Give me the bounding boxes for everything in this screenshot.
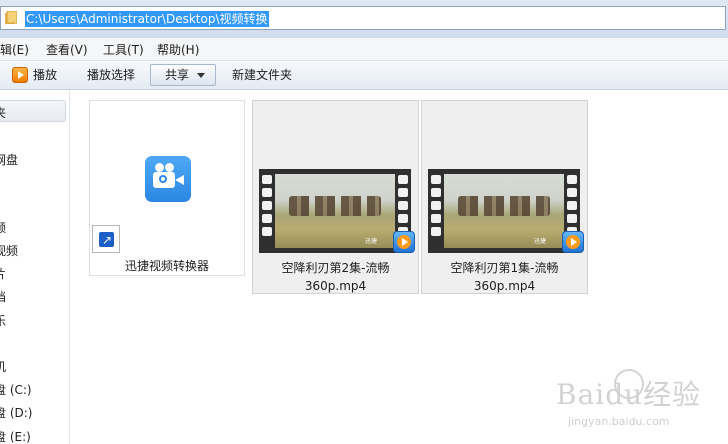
menu-bar: 编辑(E) 查看(V) 工具(T) 帮助(H): [0, 38, 728, 61]
film-strip-icon: [429, 175, 443, 247]
menu-help[interactable]: 帮助(H): [157, 41, 199, 58]
file-item-episode-1[interactable]: 迅捷 空降利刃第1集-流畅 360p.mp4: [421, 100, 588, 294]
nav-item-drive-c[interactable]: 盘 (C:): [0, 381, 32, 398]
file-name: 迅捷视频转换器: [124, 259, 209, 273]
play-selection-button[interactable]: 播放选择: [87, 61, 135, 89]
nav-item-youku-videos[interactable]: 视频: [0, 242, 18, 259]
watermark-site: jingyan.baidu.com: [568, 415, 670, 428]
video-thumbnail: 迅捷: [428, 169, 584, 253]
film-strip-icon: [260, 175, 274, 247]
chevron-down-icon: [197, 73, 205, 78]
file-name: 空降利刃第2集-流畅 360p.mp4: [281, 261, 390, 293]
media-player-icon: [393, 231, 415, 253]
nav-item-documents[interactable]: 档: [0, 288, 6, 305]
navigation-pane[interactable]: 夹 网盘 频 视频 片 档 乐 机 盘 (C:) 盘 (D:) 盘 (E:): [0, 90, 70, 444]
nav-selected-item[interactable]: [0, 100, 66, 122]
menu-tools[interactable]: 工具(T): [103, 41, 144, 58]
play-button[interactable]: 播放: [33, 61, 57, 89]
address-bar: C:\Users\Administrator\Desktop\视频转换: [0, 0, 728, 38]
address-input[interactable]: C:\Users\Administrator\Desktop\视频转换: [0, 6, 726, 30]
play-icon[interactable]: [12, 67, 28, 83]
nav-item-computer[interactable]: 机: [0, 358, 6, 375]
nav-item-videos[interactable]: 频: [0, 219, 6, 236]
folder-icon: [5, 11, 17, 24]
share-label: 共享: [165, 68, 190, 82]
file-item-episode-2[interactable]: 迅捷 空降利刃第2集-流畅 360p.mp4: [252, 100, 419, 294]
shortcut-arrow-icon: ↗: [92, 225, 120, 253]
menu-view[interactable]: 查看(V): [46, 41, 88, 58]
nav-item-favorites[interactable]: 夹: [0, 104, 6, 121]
video-thumbnail: 迅捷: [259, 169, 415, 253]
menu-edit[interactable]: 编辑(E): [0, 41, 29, 58]
command-bar: 播放 播放选择 共享 新建文件夹: [0, 61, 728, 90]
thumbnail-watermark: 迅捷: [533, 238, 546, 245]
video-converter-app-icon: [145, 156, 191, 202]
file-item-video-converter[interactable]: ↗ 迅捷视频转换器: [89, 100, 245, 276]
thumbnail-watermark: 迅捷: [364, 238, 377, 245]
nav-item-pictures[interactable]: 片: [0, 265, 6, 282]
nav-item-drive-d[interactable]: 盘 (D:): [0, 404, 32, 421]
nav-item-netdisk[interactable]: 网盘: [0, 151, 18, 168]
watermark-brand: Baidu经验: [556, 378, 702, 411]
video-frame: 迅捷: [275, 174, 395, 248]
media-player-icon: [562, 231, 584, 253]
share-button[interactable]: 共享: [150, 64, 216, 86]
new-folder-button[interactable]: 新建文件夹: [232, 61, 292, 89]
address-path[interactable]: C:\Users\Administrator\Desktop\视频转换: [25, 11, 269, 27]
file-name: 空降利刃第1集-流畅 360p.mp4: [450, 261, 559, 293]
baidu-watermark: Baidu经验 jingyan.baidu.com: [556, 365, 728, 444]
video-frame: 迅捷: [444, 174, 564, 248]
nav-item-music[interactable]: 乐: [0, 312, 6, 329]
nav-item-drive-e[interactable]: 盘 (E:): [0, 428, 31, 444]
